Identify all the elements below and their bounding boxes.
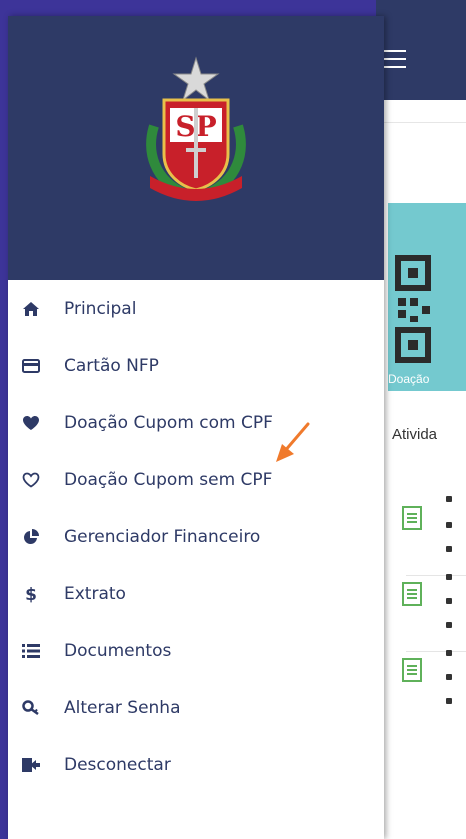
activity-text-fragment — [446, 622, 452, 628]
logout-icon — [22, 756, 40, 774]
document-icon — [402, 582, 422, 606]
drawer-menu: Principal Cartão NFP Doação Cupom com CP… — [8, 280, 384, 793]
menu-toggle-icon[interactable] — [384, 50, 406, 68]
menu-item-desconectar[interactable]: Desconectar — [8, 736, 384, 793]
menu-item-label: Cartão NFP — [64, 355, 159, 376]
menu-item-alterar-senha[interactable]: Alterar Senha — [8, 679, 384, 736]
svg-text:$: $ — [25, 585, 37, 603]
activity-item[interactable] — [386, 650, 466, 728]
heart-outline-icon — [22, 471, 40, 489]
menu-item-label: Desconectar — [64, 754, 171, 775]
key-icon — [22, 699, 40, 717]
menu-item-label: Extrato — [64, 583, 126, 604]
document-icon — [402, 658, 422, 682]
menu-item-principal[interactable]: Principal — [8, 280, 384, 337]
menu-item-label: Doação Cupom sem CPF — [64, 469, 273, 490]
activity-text-fragment — [446, 598, 452, 604]
list-icon — [22, 642, 40, 660]
activity-text-fragment — [446, 496, 452, 502]
activity-text-fragment — [446, 574, 452, 580]
dollar-icon: $ — [22, 585, 40, 603]
activity-text-fragment — [446, 650, 452, 656]
menu-item-extrato[interactable]: $ Extrato — [8, 565, 384, 622]
document-icon — [402, 506, 422, 530]
pointer-arrow-icon — [276, 422, 310, 462]
menu-item-doacao-sem-cpf[interactable]: Doação Cupom sem CPF — [8, 451, 384, 508]
activity-text-fragment — [446, 546, 452, 552]
credit-card-icon — [22, 357, 40, 375]
activity-item[interactable] — [386, 496, 466, 576]
sao-paulo-crest-logo: SP — [146, 56, 246, 201]
qr-code-icon — [395, 255, 431, 363]
menu-item-label: Principal — [64, 298, 137, 319]
menu-item-doacao-com-cpf[interactable]: Doação Cupom com CPF — [8, 394, 384, 451]
activity-text-fragment — [446, 674, 452, 680]
navigation-drawer: SP Principal Cartão NFP Doação Cupom com — [8, 16, 384, 839]
home-icon — [22, 300, 40, 318]
activity-text-fragment — [446, 522, 452, 528]
heart-filled-icon — [22, 414, 40, 432]
menu-item-label: Doação Cupom com CPF — [64, 412, 273, 433]
menu-item-label: Gerenciador Financeiro — [64, 526, 261, 547]
menu-item-gerenciador-financeiro[interactable]: Gerenciador Financeiro — [8, 508, 384, 565]
pie-chart-icon — [22, 528, 40, 546]
drawer-header: SP — [8, 16, 384, 280]
donation-card-label: Doação — [388, 372, 430, 386]
menu-item-label: Documentos — [64, 640, 172, 661]
activities-title: Ativida — [392, 426, 438, 443]
menu-item-label: Alterar Senha — [64, 697, 181, 718]
menu-item-cartao-nfp[interactable]: Cartão NFP — [8, 337, 384, 394]
activity-item[interactable] — [386, 574, 466, 652]
menu-item-documentos[interactable]: Documentos — [8, 622, 384, 679]
activity-text-fragment — [446, 698, 452, 704]
